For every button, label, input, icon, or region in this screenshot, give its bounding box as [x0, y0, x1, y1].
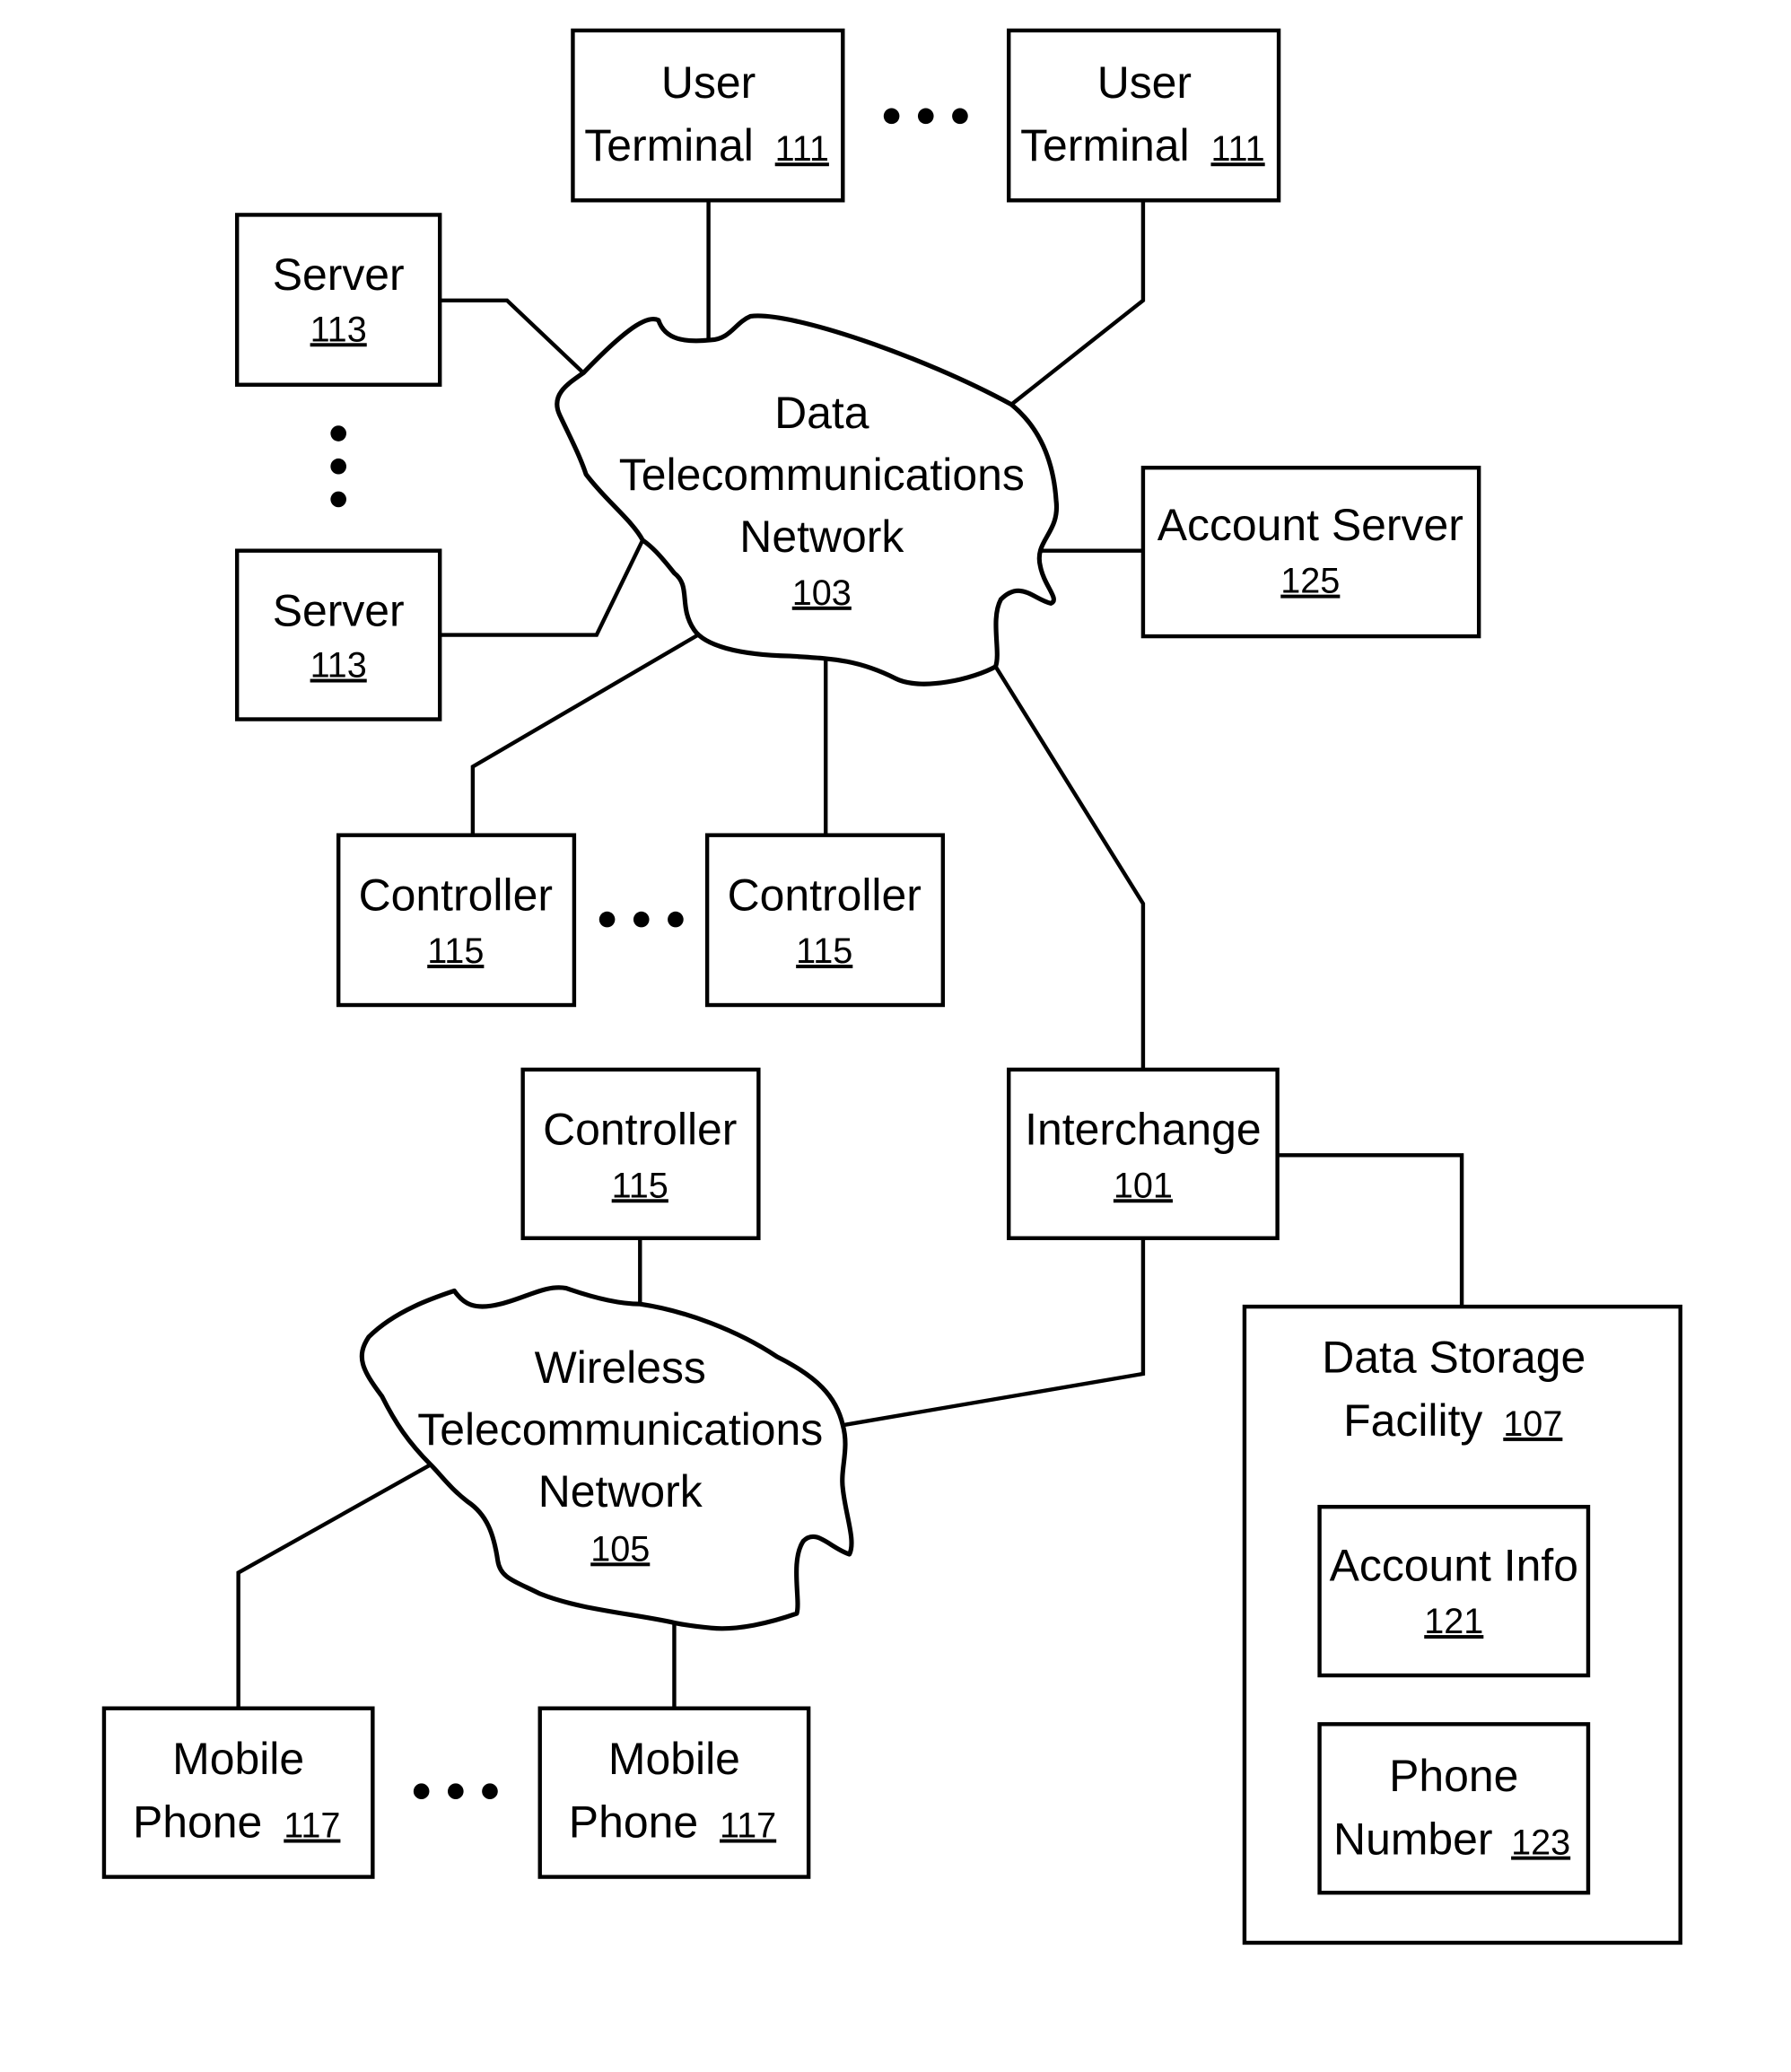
data-storage-facility-node[interactable]: Data Storage Facility 107 Account Info 1…	[1242, 1304, 1682, 1945]
user-terminal-ref: 111	[775, 129, 829, 169]
data-network-ref: 103	[792, 573, 852, 613]
controller-node[interactable]: Controller 115	[520, 1067, 761, 1240]
ellipsis-user-terminals-icon	[883, 108, 968, 125]
controller-label: Controller	[359, 870, 553, 920]
controller-label: Controller	[543, 1105, 737, 1155]
wireless-network-cloud[interactable]: Wireless Telecommunications Network 105	[359, 1285, 854, 1631]
controller-ref: 115	[427, 931, 484, 971]
wire-controller-1-to-data-network	[470, 633, 699, 835]
wireless-network-line2: Telecommunications	[417, 1404, 823, 1455]
wire-interchange-to-wireless-network	[842, 1237, 1146, 1428]
user-terminal-node[interactable]: User Terminal 111	[1007, 28, 1281, 203]
interchange-ref: 101	[1114, 1166, 1173, 1205]
data-storage-line1: Data Storage	[1322, 1332, 1586, 1382]
data-network-cloud[interactable]: Data Telecommunications Network 103	[555, 313, 1059, 686]
data-network-line3: Network	[739, 511, 904, 562]
wire-interchange-to-data-network	[993, 665, 1146, 1070]
ellipsis-controllers-icon	[598, 911, 684, 928]
mobile-phone-line2: Phone	[569, 1797, 698, 1848]
phone-number-line2: Number	[1333, 1814, 1492, 1865]
mobile-phone-line1: Mobile	[172, 1734, 304, 1784]
user-terminal-box	[1007, 28, 1281, 203]
cloud-shape	[359, 1285, 854, 1631]
mobile-phone-node[interactable]: Mobile Phone 117	[101, 1706, 375, 1879]
server-node[interactable]: Server 113	[234, 548, 442, 721]
ellipsis-servers-icon	[330, 425, 346, 508]
network-diagram: Data Telecommunications Network 103 Wire…	[101, 28, 1682, 1945]
phone-number-node[interactable]: Phone Number 123	[1317, 1722, 1591, 1895]
phone-number-box	[1317, 1722, 1591, 1895]
server-node[interactable]: Server 113	[234, 213, 442, 387]
interchange-label: Interchange	[1025, 1105, 1262, 1155]
controller-node[interactable]: Controller 115	[336, 833, 577, 1008]
wireless-network-line3: Network	[538, 1466, 703, 1517]
user-terminal-line1: User	[661, 57, 756, 108]
account-info-label: Account Info	[1330, 1540, 1578, 1590]
user-terminal-ref: 111	[1210, 129, 1264, 169]
data-storage-line2: Facility	[1343, 1395, 1482, 1446]
controller-node[interactable]: Controller 115	[704, 833, 946, 1008]
phone-number-line1: Phone	[1389, 1751, 1518, 1801]
server-ref: 113	[310, 646, 367, 686]
wireless-network-line1: Wireless	[535, 1342, 706, 1393]
controller-ref: 115	[796, 931, 852, 971]
user-terminal-line1: User	[1097, 57, 1192, 108]
account-info-box	[1317, 1504, 1591, 1678]
wire-server-1-to-data-network	[440, 298, 585, 375]
mobile-phone-ref: 117	[284, 1806, 340, 1846]
account-server-box	[1140, 466, 1481, 639]
server-ref: 113	[310, 310, 367, 349]
data-storage-ref: 107	[1503, 1404, 1562, 1444]
server-label: Server	[273, 585, 405, 635]
mobile-phone-line1: Mobile	[608, 1734, 740, 1784]
account-info-node[interactable]: Account Info 121	[1317, 1504, 1591, 1678]
mobile-phone-ref: 117	[720, 1806, 776, 1846]
account-info-ref: 121	[1424, 1602, 1483, 1641]
user-terminal-line2: Terminal	[584, 120, 754, 170]
user-terminal-box	[571, 28, 845, 203]
controller-ref: 115	[612, 1166, 668, 1205]
data-network-line2: Telecommunications	[619, 450, 1025, 500]
mobile-phone-node[interactable]: Mobile Phone 117	[537, 1706, 811, 1879]
wireless-network-ref: 105	[590, 1529, 650, 1569]
ellipsis-mobile-phones-icon	[413, 1783, 498, 1800]
wire-server-2-to-data-network	[440, 538, 645, 637]
user-terminal-line2: Terminal	[1020, 120, 1190, 170]
wire-interchange-to-data-storage	[1277, 1153, 1464, 1307]
wire-user-terminal-2-to-data-network	[1009, 200, 1146, 407]
user-terminal-node[interactable]: User Terminal 111	[571, 28, 845, 203]
account-server-ref: 125	[1280, 562, 1340, 601]
account-server-node[interactable]: Account Server 125	[1140, 466, 1481, 639]
controller-label: Controller	[728, 870, 922, 920]
wire-mobile-phone-1-to-wireless-network	[236, 1463, 432, 1709]
server-label: Server	[273, 249, 405, 300]
data-network-line1: Data	[774, 388, 869, 438]
interchange-node[interactable]: Interchange 101	[1007, 1067, 1280, 1240]
account-server-label: Account Server	[1158, 500, 1463, 550]
phone-number-ref: 123	[1511, 1823, 1570, 1863]
mobile-phone-line2: Phone	[133, 1797, 262, 1848]
